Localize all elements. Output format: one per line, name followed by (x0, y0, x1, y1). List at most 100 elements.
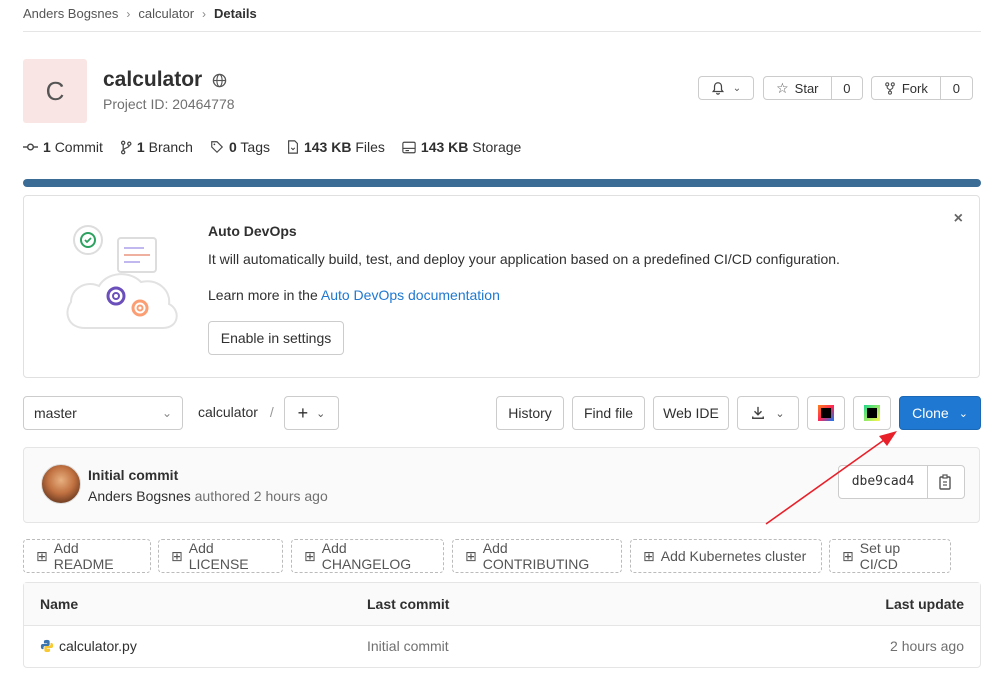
chevron-down-icon: ⌄ (958, 407, 968, 420)
project-avatar: C (23, 59, 87, 123)
open-in-intellij-button[interactable] (807, 396, 845, 430)
add-readme-label: Add README (53, 540, 114, 572)
file-icon (288, 140, 298, 154)
add-contributing-button[interactable]: ⊞ Add CONTRIBUTING (452, 539, 622, 573)
chevron-down-icon: ⌄ (732, 82, 742, 94)
chevron-down-icon: ⌄ (161, 406, 172, 420)
plus-square-icon: ⊞ (36, 547, 48, 564)
stat-storage[interactable]: 143 KB Storage (402, 139, 521, 155)
commit-meta: Anders Bogsnes authored 2 hours ago (88, 488, 328, 504)
commit-sha[interactable]: dbe9cad4 (839, 466, 928, 498)
commit-authored: authored 2 hours ago (194, 488, 328, 504)
star-count[interactable]: 0 (832, 81, 862, 96)
project-title: calculator (103, 68, 227, 92)
devops-illustration (66, 225, 178, 329)
star-icon: ☆ (776, 79, 789, 96)
stat-label: Branch (148, 139, 193, 155)
copy-icon[interactable] (939, 474, 953, 490)
close-icon[interactable]: × (954, 210, 963, 228)
stat-files[interactable]: 143 KB Files (287, 139, 385, 155)
file-last-update: 2 hours ago (890, 638, 964, 654)
add-changelog-button[interactable]: ⊞ Add CHANGELOG (291, 539, 444, 573)
fork-icon (884, 81, 895, 95)
add-license-button[interactable]: ⊞ Add LICENSE (158, 539, 283, 573)
bell-icon (711, 82, 724, 95)
download-icon (752, 406, 765, 419)
commit-message[interactable]: Initial commit (88, 467, 178, 483)
stat-branches[interactable]: 1 Branch (120, 139, 193, 155)
star-button[interactable]: ☆ Star 0 (763, 76, 863, 100)
pycharm-icon (864, 405, 880, 421)
fork-button[interactable]: Fork 0 (871, 76, 973, 100)
add-readme-button[interactable]: ⊞ Add README (23, 539, 151, 573)
breadcrumb-current: Details (214, 6, 257, 21)
python-file-icon (40, 639, 54, 653)
plus-square-icon: ⊞ (643, 547, 655, 564)
stat-value: 1 (136, 139, 145, 155)
add-kubernetes-cluster-label: Add Kubernetes cluster (660, 548, 807, 564)
project-stats: 1 Commit 1 Branch 0 Tags 143 KB Files 14… (23, 139, 538, 155)
path-root[interactable]: calculator (198, 404, 258, 420)
add-license-label: Add LICENSE (188, 540, 249, 572)
find-file-button[interactable]: Find file (572, 396, 645, 430)
clone-button[interactable]: Clone ⌄ (899, 396, 981, 430)
auto-devops-learn-more: Learn more in the Auto DevOps documentat… (208, 287, 500, 303)
open-in-pycharm-button[interactable] (853, 396, 891, 430)
branch-select[interactable]: master ⌄ (23, 396, 183, 430)
plus-square-icon: ⊞ (171, 547, 183, 564)
web-ide-button[interactable]: Web IDE (653, 396, 729, 430)
repo-path: calculator / (198, 404, 274, 420)
tag-icon (211, 141, 224, 154)
plus-square-icon: ⊞ (842, 547, 854, 564)
storage-icon (402, 141, 416, 153)
chevron-down-icon: ⌄ (316, 407, 326, 420)
auto-devops-banner: Auto DevOps It will automatically build,… (23, 195, 980, 378)
chevron-right-icon: › (202, 6, 207, 21)
stat-label: Tags (240, 139, 270, 155)
file-name[interactable]: calculator.py (59, 638, 137, 654)
download-button[interactable]: ⌄ (737, 396, 799, 430)
author-avatar[interactable] (41, 464, 81, 504)
stat-label: Commit (54, 139, 103, 155)
auto-devops-description: It will automatically build, test, and d… (208, 251, 840, 267)
file-name-cell[interactable]: calculator.py (40, 638, 137, 654)
commit-sha-group: dbe9cad4 (838, 465, 965, 499)
commit-author[interactable]: Anders Bogsnes (88, 488, 191, 504)
clone-label: Clone (912, 405, 949, 421)
last-commit-panel: Initial commit Anders Bogsnes authored 2… (23, 447, 980, 523)
stat-label: Files (355, 139, 385, 155)
plus-square-icon: ⊞ (304, 547, 316, 564)
auto-devops-docs-link[interactable]: Auto DevOps documentation (321, 287, 500, 303)
fork-count[interactable]: 0 (941, 81, 972, 96)
set-up-ci-cd-button[interactable]: ⊞ Set up CI/CD (829, 539, 951, 573)
stat-value: 1 (43, 139, 51, 155)
breadcrumb-project[interactable]: calculator (138, 6, 194, 21)
breadcrumb-owner[interactable]: Anders Bogsnes (23, 6, 118, 21)
stat-commits[interactable]: 1 Commit (23, 139, 103, 155)
chevron-down-icon: ⌄ (775, 407, 785, 420)
column-name: Name (40, 596, 79, 612)
notification-button[interactable]: ⌄ (698, 76, 754, 100)
fork-label: Fork (901, 80, 928, 96)
breadcrumb: Anders Bogsnes › calculator › Details (23, 6, 257, 21)
column-last-update: Last update (885, 596, 964, 612)
branch-name: master (34, 405, 77, 421)
table-header: Name Last commit Last update (24, 583, 980, 626)
project-id: Project ID: 20464778 (103, 96, 235, 112)
stat-value: 143 KB (303, 139, 352, 155)
set-up-ci-cd-label: Set up CI/CD (859, 540, 901, 572)
auto-devops-title: Auto DevOps (208, 223, 297, 239)
intellij-icon (818, 405, 834, 421)
add-changelog-label: Add CHANGELOG (321, 540, 412, 572)
stat-tags[interactable]: 0 Tags (210, 139, 270, 155)
add-contributing-label: Add CONTRIBUTING (482, 540, 590, 572)
enable-in-settings-button[interactable]: Enable in settings (208, 321, 344, 355)
divider (23, 31, 981, 32)
file-last-commit[interactable]: Initial commit (367, 638, 449, 654)
learn-more-prefix: Learn more in the (208, 287, 318, 303)
path-separator: / (269, 404, 274, 420)
table-row[interactable]: calculator.py Initial commit 2 hours ago (24, 626, 980, 668)
add-to-tree-button[interactable]: + ⌄ (284, 396, 339, 430)
add-kubernetes-cluster-button[interactable]: ⊞ Add Kubernetes cluster (630, 539, 822, 573)
history-button[interactable]: History (496, 396, 564, 430)
